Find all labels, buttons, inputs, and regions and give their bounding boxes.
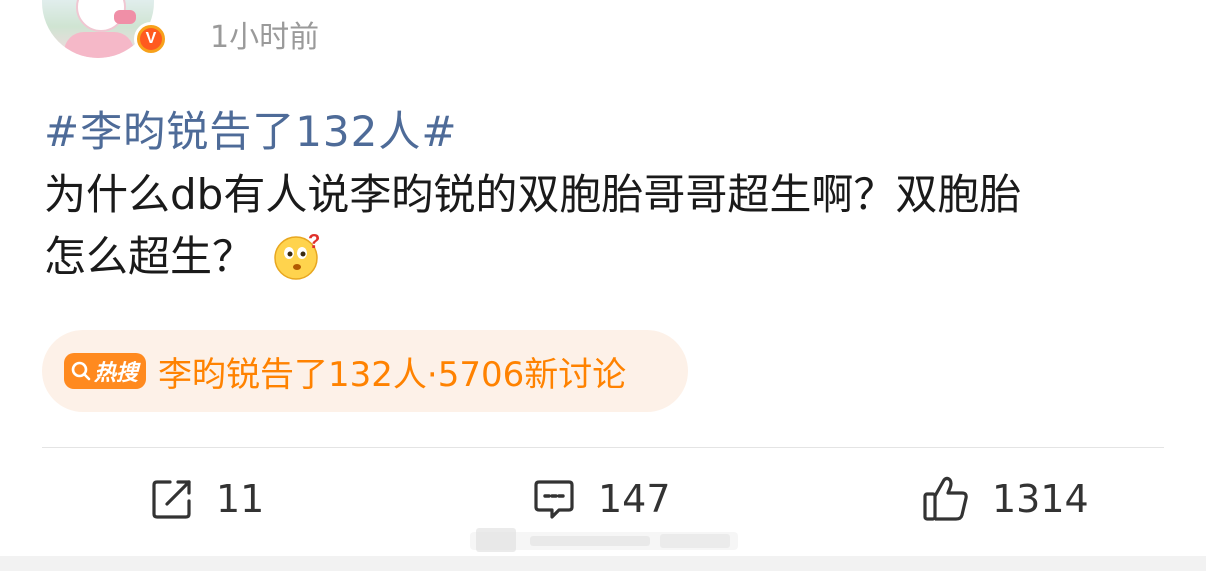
hot-search-pill[interactable]: 热搜 李昀锐告了132人·5706新讨论 [42, 330, 688, 412]
comment-count: 147 [598, 477, 671, 521]
post-body-line-1: 为什么db有人说李昀锐的双胞胎哥哥超生啊？双胞胎 [44, 170, 1022, 219]
post-body-line-2-text: 怎么超生？ [44, 232, 255, 281]
hashtag-link[interactable]: #李昀锐告了132人# [44, 98, 458, 159]
post-body-line-2: 怎么超生？ ? [44, 226, 1164, 288]
bottom-separator [0, 556, 1206, 571]
svg-text:?: ? [308, 231, 320, 253]
divider [42, 447, 1164, 448]
search-icon [71, 361, 91, 381]
like-count: 1314 [992, 477, 1089, 521]
share-icon [152, 480, 191, 519]
watermark-image [470, 528, 738, 552]
comment-button[interactable]: 147 [532, 474, 671, 524]
hot-search-badge: 热搜 [64, 353, 147, 389]
like-button[interactable]: 1314 [922, 474, 1089, 524]
hot-search-text: 李昀锐告了132人·5706新讨论 [158, 354, 627, 395]
hot-search-badge-label: 热搜 [94, 361, 139, 386]
share-count: 11 [216, 477, 265, 521]
thumbs-up-icon [923, 476, 968, 521]
verified-badge-icon: V [134, 22, 168, 56]
thinking-face-icon: ? [274, 231, 320, 280]
author-avatar-group[interactable]: V [42, 0, 168, 58]
post-body: 为什么db有人说李昀锐的双胞胎哥哥超生啊？双胞胎 怎么超生？ ? [44, 164, 1164, 288]
post-card: V 1小时前 #李昀锐告了132人# 为什么db有人说李昀锐的双胞胎哥哥超生啊？… [0, 0, 1206, 571]
post-time: 1小时前 [210, 20, 320, 55]
share-button[interactable]: 11 [150, 474, 264, 524]
comment-icon [534, 480, 574, 519]
